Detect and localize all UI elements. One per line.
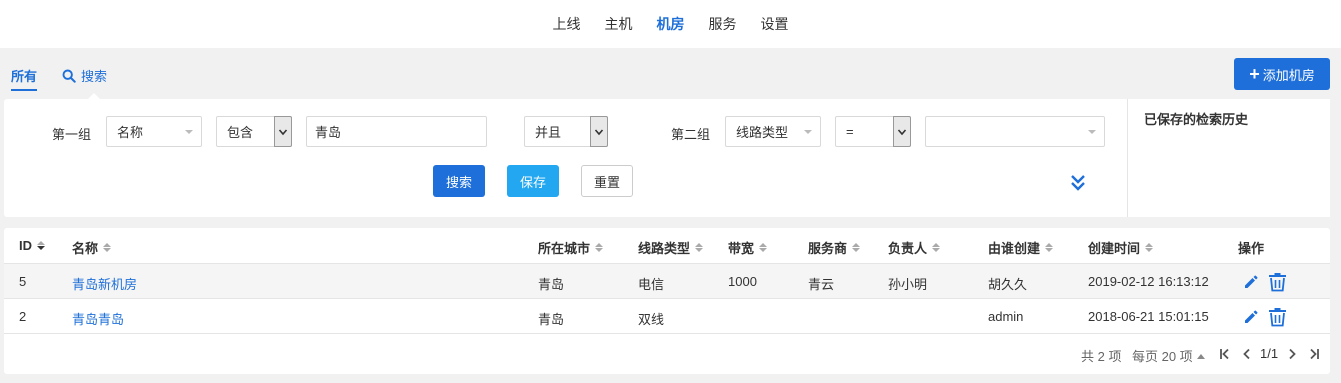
cell-created-time: 2019-02-12 16:13:12 — [1088, 274, 1209, 289]
plus-icon: + — [1249, 64, 1260, 84]
cell-name-link[interactable]: 青岛新机房 — [72, 274, 137, 293]
nav-item-online[interactable]: 上线 — [553, 14, 581, 34]
column-header-creator[interactable]: 由谁创建 — [988, 238, 1054, 257]
search-button[interactable]: 搜索 — [433, 165, 485, 197]
previous-page-icon[interactable] — [1241, 348, 1253, 360]
pagination-total: 共 2 项 — [1081, 349, 1122, 364]
cell-name-link[interactable]: 青岛青岛 — [72, 309, 124, 328]
edit-icon[interactable] — [1242, 273, 1260, 291]
column-header-id[interactable]: ID — [19, 238, 45, 253]
group1-value-text: 青岛 — [315, 125, 342, 140]
group2-operator-value: = — [846, 124, 854, 139]
cell-owner: 孙小明 — [888, 277, 928, 292]
group2-value-select[interactable] — [925, 116, 1105, 147]
nav-item-settings[interactable]: 设置 — [761, 14, 789, 34]
cell-provider: 青云 — [808, 277, 835, 292]
page-indicator: 1/1 — [1260, 346, 1279, 361]
delete-icon[interactable] — [1268, 307, 1287, 327]
sort-icon — [695, 243, 704, 252]
sort-icon — [103, 243, 112, 252]
column-header-owner[interactable]: 负责人 — [888, 238, 941, 257]
row-divider — [4, 333, 1330, 334]
reset-button[interactable]: 重置 — [581, 165, 633, 197]
caret-up-icon — [1196, 353, 1205, 359]
tab-search-label: 搜索 — [81, 69, 108, 84]
nav-item-hosts[interactable]: 主机 — [605, 14, 633, 34]
add-datacenter-button[interactable]: + 添加机房 — [1234, 58, 1330, 90]
sort-icon — [37, 241, 45, 250]
delete-icon[interactable] — [1268, 272, 1287, 292]
cell-city: 青岛 — [538, 312, 565, 327]
nav-item-services[interactable]: 服务 — [709, 14, 737, 34]
column-header-actions: 操作 — [1238, 241, 1265, 256]
group1-field-select[interactable]: 名称 — [106, 116, 202, 147]
sort-icon — [595, 243, 604, 252]
group1-value-input[interactable]: 青岛 — [306, 116, 487, 147]
cell-id: 5 — [19, 274, 27, 289]
sort-icon — [1045, 243, 1054, 252]
column-header-created-time[interactable]: 创建时间 — [1088, 238, 1154, 257]
sort-icon — [852, 243, 861, 252]
cell-creator: admin — [988, 309, 1024, 324]
cell-id: 2 — [19, 309, 27, 324]
group1-label: 第一组 — [52, 127, 92, 142]
column-header-bandwidth[interactable]: 带宽 — [728, 238, 768, 257]
save-search-button[interactable]: 保存 — [507, 165, 559, 197]
tab-all[interactable]: 所有 — [11, 66, 38, 91]
sort-icon — [932, 243, 941, 252]
tab-search[interactable]: 搜索 — [62, 66, 107, 85]
next-page-icon[interactable] — [1286, 348, 1298, 360]
last-page-icon[interactable] — [1308, 348, 1320, 360]
group2-field-select[interactable]: 线路类型 — [725, 116, 821, 147]
search-icon — [62, 69, 76, 83]
cell-line-type: 电信 — [638, 277, 665, 292]
top-nav: 上线 主机 机房 服务 设置 — [0, 0, 1341, 48]
chevron-down-icon — [804, 130, 812, 134]
sort-icon — [759, 243, 768, 252]
chevron-down-icon — [590, 116, 608, 147]
history-title: 已保存的检索历史 — [1144, 112, 1249, 127]
conjunction-value: 并且 — [535, 125, 562, 140]
edit-icon[interactable] — [1242, 308, 1260, 326]
tabs-row: 所有 搜索 + 添加机房 — [0, 48, 1341, 101]
group1-operator-select[interactable]: 包含 — [216, 116, 292, 147]
chevron-down-icon — [1088, 130, 1096, 134]
double-chevron-down-icon[interactable] — [1070, 173, 1086, 191]
cell-created-time: 2018-06-21 15:01:15 — [1088, 309, 1209, 324]
group2-label: 第二组 — [671, 127, 711, 142]
group1-field-value: 名称 — [117, 125, 144, 140]
group2-operator-select[interactable]: = — [835, 116, 911, 147]
chevron-down-icon — [185, 130, 193, 134]
cell-bandwidth: 1000 — [728, 274, 757, 289]
cell-city: 青岛 — [538, 277, 565, 292]
saved-search-history: 已保存的检索历史 — [1127, 99, 1330, 217]
chevron-down-icon — [893, 116, 911, 147]
column-header-name[interactable]: 名称 — [72, 238, 112, 257]
column-header-provider[interactable]: 服务商 — [808, 238, 861, 257]
conjunction-select[interactable]: 并且 — [524, 116, 608, 147]
cell-line-type: 双线 — [638, 312, 665, 327]
nav-item-datacenters[interactable]: 机房 — [657, 14, 685, 34]
add-datacenter-label: 添加机房 — [1262, 67, 1315, 83]
column-header-city[interactable]: 所在城市 — [538, 238, 604, 257]
pagination-per-page[interactable]: 每页 20 项 — [1132, 346, 1205, 365]
row-divider — [4, 298, 1330, 299]
group2-field-value: 线路类型 — [736, 125, 789, 140]
column-header-line-type[interactable]: 线路类型 — [638, 238, 704, 257]
group1-operator-value: 包含 — [227, 125, 254, 140]
sort-icon — [1145, 243, 1154, 252]
cell-creator: 胡久久 — [988, 277, 1028, 292]
chevron-down-icon — [274, 116, 292, 147]
first-page-icon[interactable] — [1219, 348, 1231, 360]
per-page-label: 每页 20 项 — [1132, 349, 1193, 364]
